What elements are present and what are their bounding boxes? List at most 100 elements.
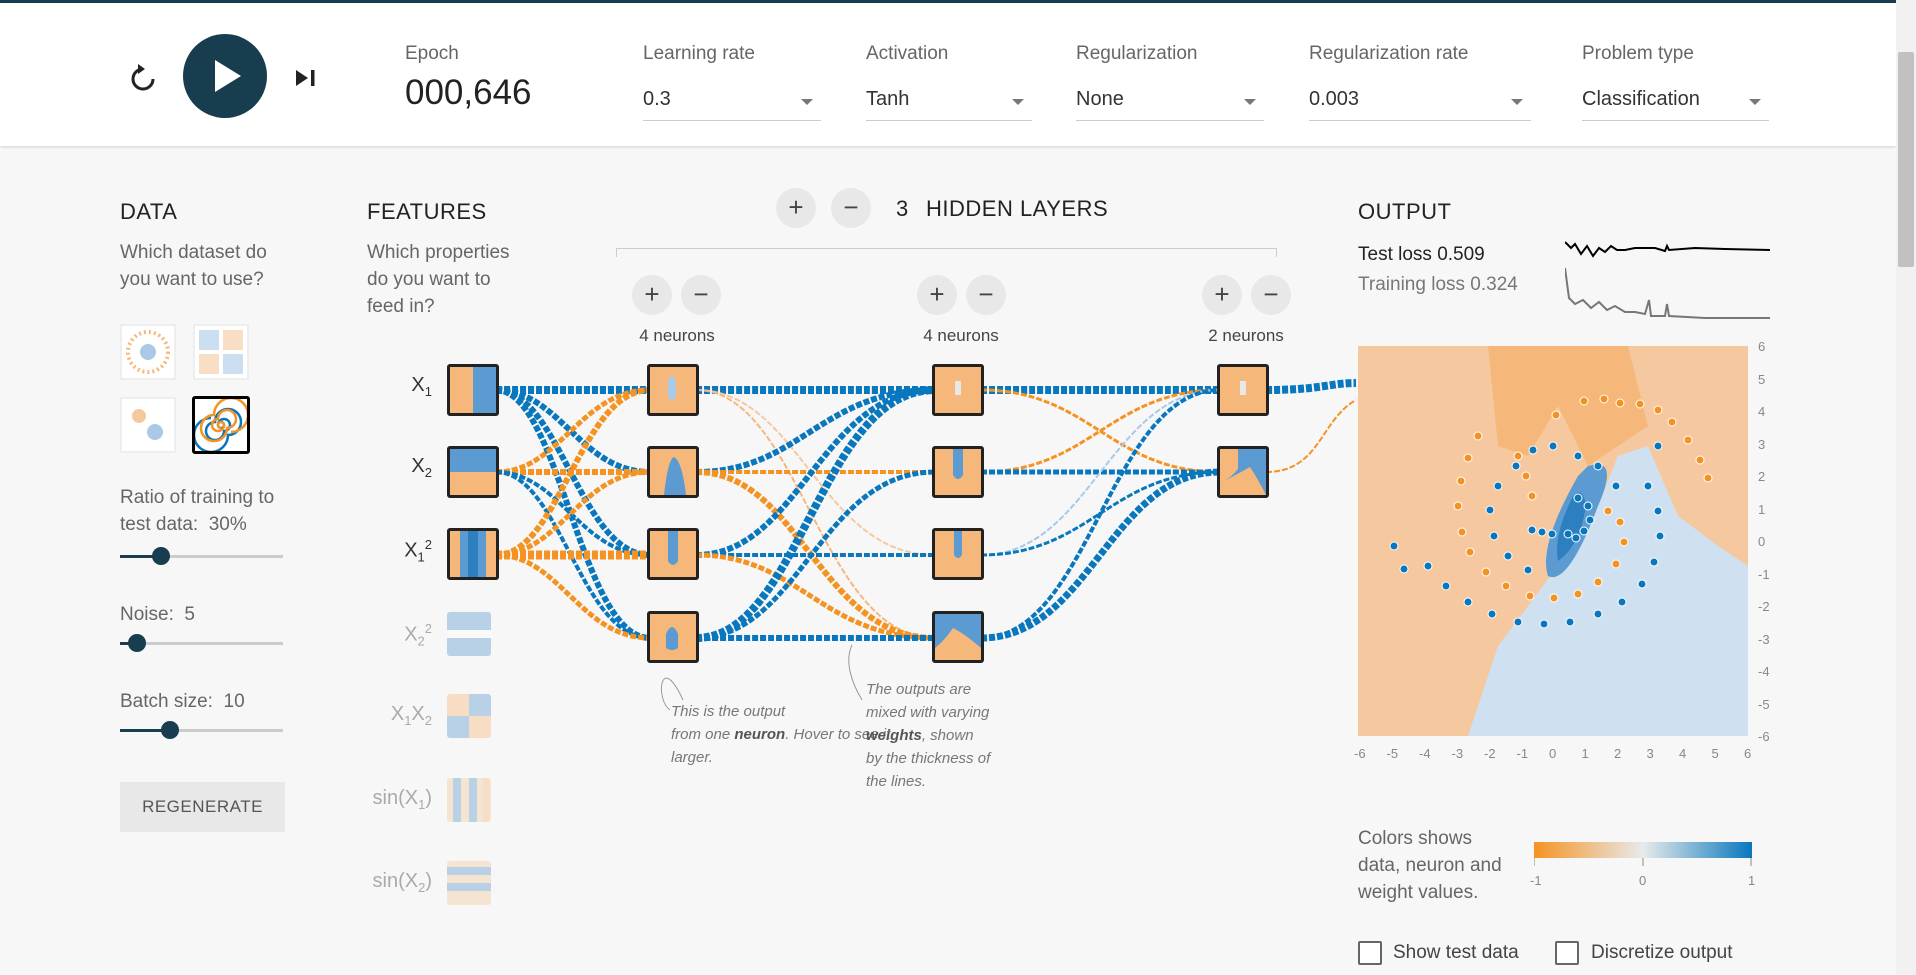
note-line: mixed with varying: [866, 704, 990, 721]
feature-node-x1x2[interactable]: [447, 694, 491, 738]
feature-x2sq-sup: 2: [424, 621, 432, 636]
add-layer-button[interactable]: +: [776, 188, 816, 228]
layer2-add-neuron-button[interactable]: +: [917, 275, 957, 315]
show-test-data-label: Show test data: [1393, 942, 1519, 963]
neuron-heatmap: [935, 367, 981, 413]
neuron-heatmap: [935, 449, 981, 495]
y-axis-tick: -5: [1758, 696, 1770, 712]
feature-node-sin-x1[interactable]: [447, 778, 491, 822]
y-axis-tick: -1: [1758, 566, 1770, 582]
show-test-data-checkbox[interactable]: [1358, 941, 1382, 965]
y-axis-tick: 5: [1758, 371, 1766, 387]
feature-node-x2-squared[interactable]: [447, 612, 491, 656]
feature-x1sq-text: X: [404, 539, 418, 562]
note-line: The outputs are: [866, 681, 972, 698]
x-axis-tick: -2: [1484, 746, 1496, 761]
discretize-output-label: Discretize output: [1591, 942, 1733, 963]
loss-chart: [1565, 241, 1771, 319]
feature-x2sq-heatmap: [447, 612, 491, 656]
x-axis-tick: -4: [1419, 746, 1431, 761]
feature-x1-sub: 1: [424, 384, 432, 399]
y-axis-tick: -2: [1758, 599, 1770, 614]
x-axis-tick: 3: [1646, 746, 1654, 761]
neuron-heatmap: [650, 449, 696, 495]
x-axis-tick: -1: [1516, 746, 1529, 761]
note-text: from one: [671, 726, 735, 743]
feature-label-x1: X1: [362, 374, 432, 399]
color-legend-bar: [1534, 842, 1752, 866]
feature-x2sq-text: X: [404, 623, 418, 646]
neuron-l1-3[interactable]: [647, 528, 699, 580]
neuron-note: This is the output from one neuron. Hove…: [671, 700, 890, 769]
feature-label-sin-x1: sin(X1): [362, 787, 432, 812]
feature-sinx1-tail: ): [425, 787, 432, 809]
layer3-remove-neuron-button[interactable]: −: [1251, 275, 1291, 315]
neuron-l2-2[interactable]: [932, 446, 984, 498]
x-axis-tick: 2: [1614, 746, 1622, 761]
neuron-heatmap: [1220, 449, 1266, 495]
y-axis-tick: -3: [1758, 631, 1770, 647]
note-line: larger.: [671, 749, 713, 766]
layer1-add-neuron-button[interactable]: +: [632, 275, 672, 315]
note-bold: neuron: [734, 726, 786, 743]
feature-node-x1-squared[interactable]: [447, 528, 499, 580]
remove-layer-button[interactable]: −: [831, 188, 871, 228]
feature-x2-sub: 2: [424, 465, 432, 480]
x-axis-tick: 5: [1711, 746, 1719, 761]
neuron-l1-1[interactable]: [647, 364, 699, 416]
legend-tick-min: -1: [1530, 873, 1542, 888]
feature-x1sq-heatmap: [450, 531, 496, 577]
x-axis-tick: 0: [1549, 746, 1557, 761]
feature-x2-text: X: [411, 455, 425, 477]
y-axis-tick: 3: [1758, 436, 1766, 452]
neuron-l2-1[interactable]: [932, 364, 984, 416]
scrollbar-thumb[interactable]: [1898, 52, 1914, 267]
hidden-layers-count: 3: [896, 196, 909, 221]
y-axis-tick: -6: [1758, 729, 1770, 744]
test-loss: Test loss 0.509: [1358, 244, 1485, 265]
neuron-l3-1[interactable]: [1217, 364, 1269, 416]
y-axis-tick: 2: [1758, 469, 1766, 484]
feature-sinx1-text: sin(X: [372, 787, 419, 809]
feature-x1-text: X: [411, 374, 425, 396]
note-line: by the thickness of: [866, 750, 991, 767]
legend-line: Colors shows: [1358, 828, 1473, 849]
training-loss: Training loss 0.324: [1358, 274, 1518, 295]
neuron-heatmap: [935, 614, 981, 660]
neuron-heatmap: [1220, 367, 1266, 413]
feature-sinx2-text: sin(X: [372, 870, 419, 892]
legend-line: data, neuron and: [1358, 855, 1502, 876]
feature-x1x2-text: X: [390, 703, 405, 725]
neuron-l1-2[interactable]: [647, 446, 699, 498]
neuron-l2-4[interactable]: [932, 611, 984, 663]
y-axis-tick: 6: [1758, 339, 1766, 354]
feature-sinx1-heatmap: [447, 778, 491, 822]
feature-sinx2-heatmap: [447, 861, 491, 905]
feature-node-sin-x2[interactable]: [447, 861, 491, 905]
x-axis-tick: 6: [1744, 746, 1752, 761]
weights-note: The outputs are mixed with varying weigh…: [866, 678, 990, 793]
feature-x1-heatmap: [450, 367, 496, 413]
discretize-output-checkbox[interactable]: [1555, 941, 1579, 965]
color-legend-text: Colors shows data, neuron and weight val…: [1358, 825, 1502, 906]
legend-tick-mid: 0: [1639, 873, 1647, 888]
feature-label-sin-x2: sin(X2): [362, 870, 432, 895]
feature-node-x1[interactable]: [447, 364, 499, 416]
feature-label-x1-squared: X12: [362, 537, 432, 565]
feature-node-x2[interactable]: [447, 446, 499, 498]
x-axis-tick: 1: [1581, 746, 1589, 761]
legend-tick-max: 1: [1748, 873, 1756, 888]
feature-label-x2: X2: [362, 455, 432, 480]
feature-x1x2-text2: X: [411, 703, 425, 725]
y-axis-tick: 1: [1758, 501, 1766, 517]
layer2-neurons-label: 4 neurons: [923, 326, 999, 345]
layer3-add-neuron-button[interactable]: +: [1202, 275, 1242, 315]
neuron-l1-4[interactable]: [647, 611, 699, 663]
note-line: the lines.: [866, 773, 927, 790]
output-title: OUTPUT: [1358, 199, 1452, 224]
neuron-l3-2[interactable]: [1217, 446, 1269, 498]
layer2-remove-neuron-button[interactable]: −: [966, 275, 1006, 315]
feature-x1sq-sub: 1: [417, 549, 425, 565]
layer1-remove-neuron-button[interactable]: −: [681, 275, 721, 315]
neuron-l2-3[interactable]: [932, 528, 984, 580]
